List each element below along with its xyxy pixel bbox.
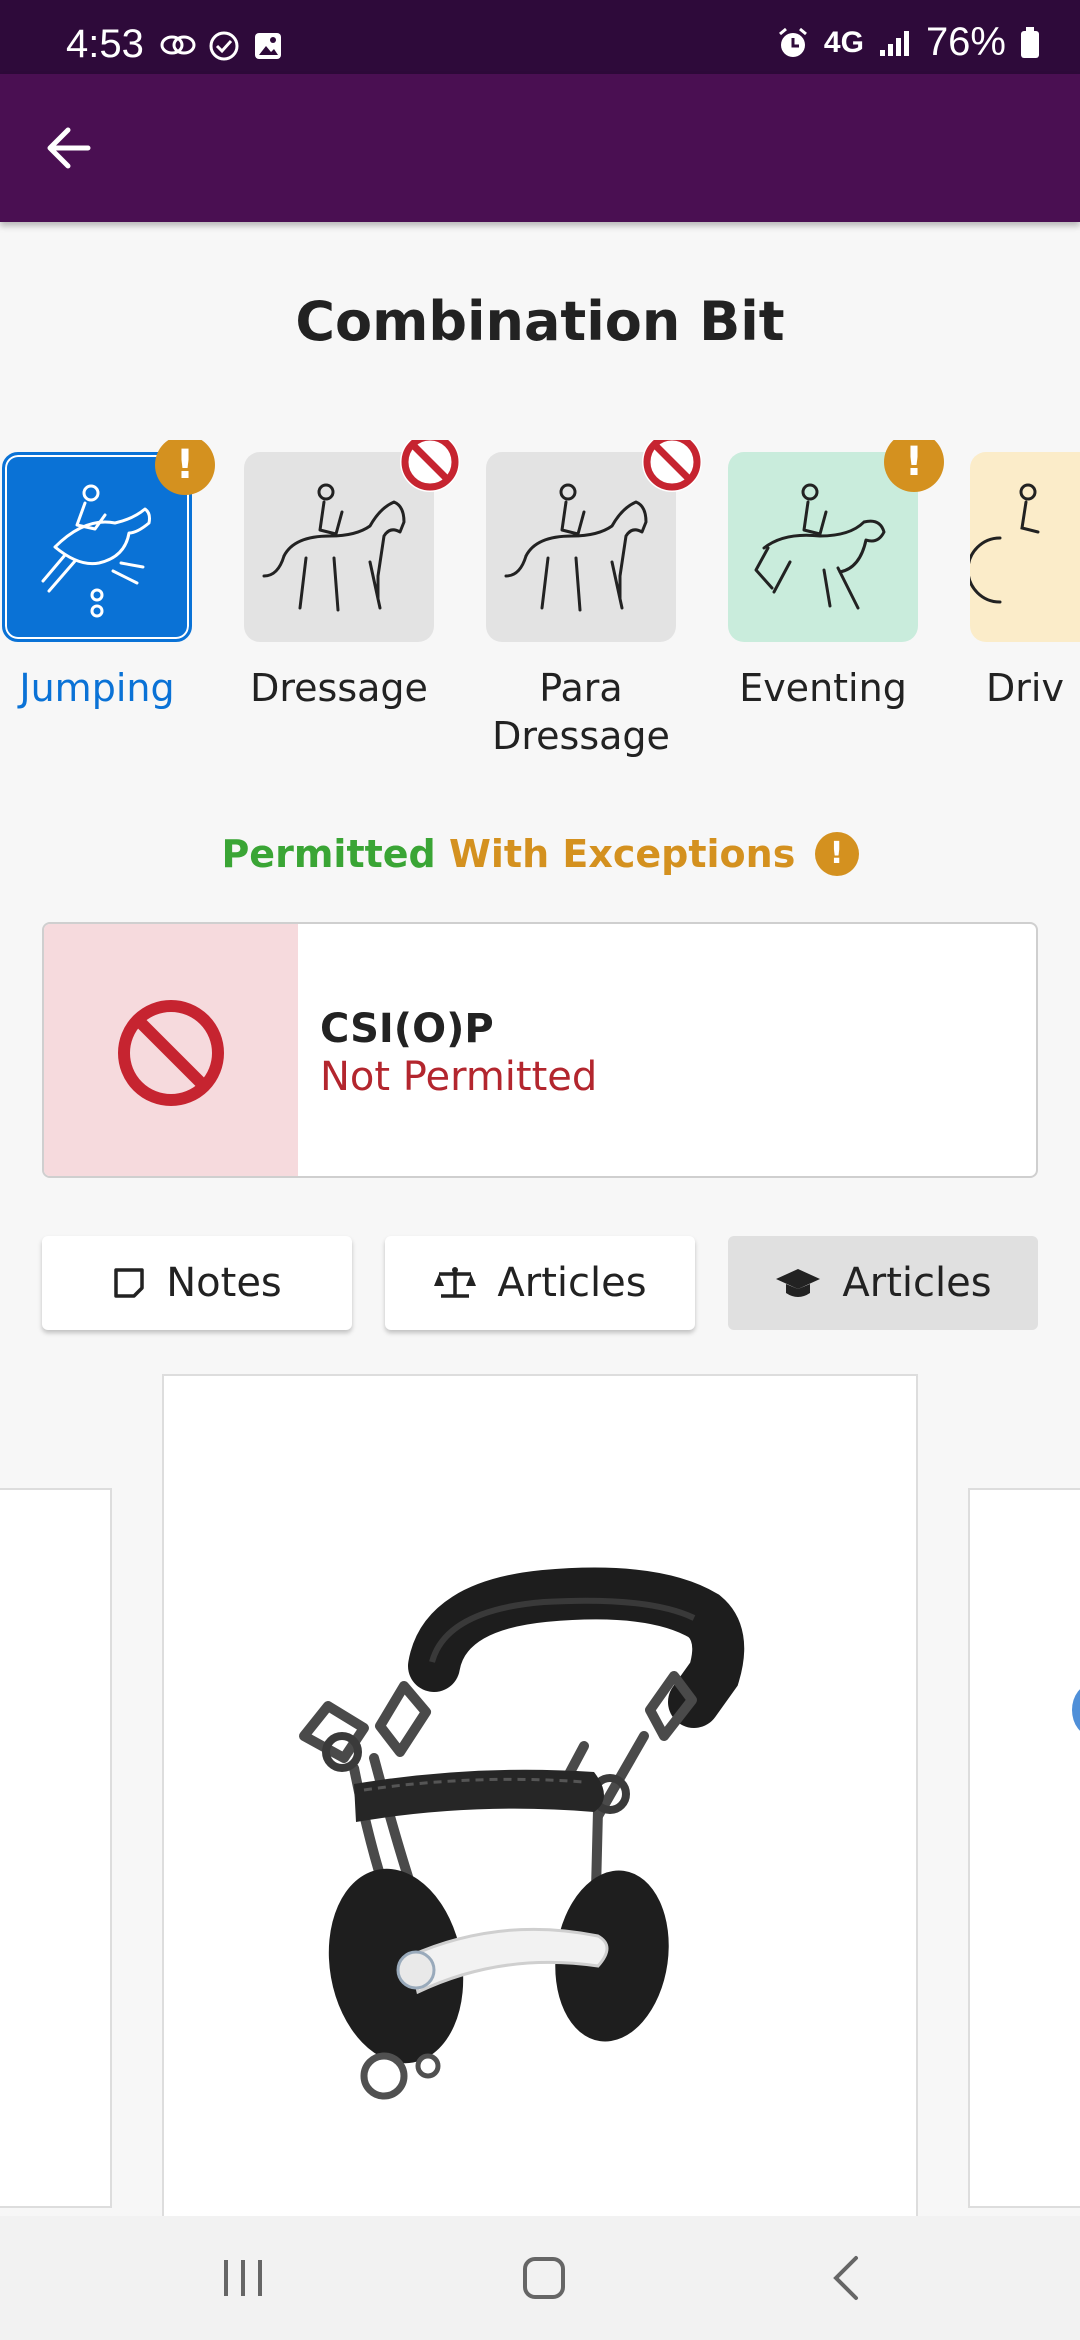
education-articles-button[interactable]: Articles — [728, 1236, 1038, 1330]
warning-badge: ! — [884, 440, 944, 492]
system-nav-bar — [0, 2216, 1080, 2340]
discipline-driving[interactable]: Driv — [950, 440, 1080, 712]
status-time: 4:53 — [66, 22, 144, 66]
carousel-main-card[interactable] — [162, 1374, 918, 2216]
discipline-para-dressage[interactable]: Para Dressage — [466, 440, 702, 760]
arrow-left-icon — [47, 127, 91, 169]
back-button[interactable] — [40, 118, 110, 178]
discipline-eventing[interactable]: ! Eventing — [708, 440, 944, 712]
signal-icon — [879, 30, 909, 56]
discipline-label: Dressage — [250, 666, 428, 710]
network-type: 4G — [823, 25, 864, 59]
rules-articles-label: Articles — [497, 1260, 647, 1306]
check-circle-icon — [209, 31, 239, 61]
driving-horse-icon — [970, 483, 1040, 604]
home-icon[interactable] — [518, 2252, 570, 2304]
combination-bit-photo — [299, 1567, 745, 2100]
prohibited-icon — [643, 440, 701, 491]
discipline-label: Driv — [986, 666, 1064, 710]
link-icon — [160, 35, 196, 55]
notes-button[interactable]: Notes — [42, 1236, 352, 1330]
prohibited-icon — [118, 1000, 224, 1106]
exceptions-info-icon[interactable]: ! — [814, 832, 859, 876]
alarm-icon — [778, 27, 807, 57]
rule-icon-panel — [44, 924, 298, 1176]
discipline-tile: ! — [728, 440, 944, 642]
discipline-label: Eventing — [739, 666, 907, 710]
notes-label: Notes — [166, 1260, 282, 1306]
carousel-next-card[interactable] — [968, 1488, 1080, 2208]
not-permitted-badge — [400, 440, 460, 492]
discipline-label: Para Dressage — [492, 666, 670, 758]
discipline-label: Jumping — [19, 666, 175, 710]
warning-badge: ! — [155, 440, 215, 495]
discipline-tile — [970, 452, 1080, 642]
scale-balance-icon — [434, 1267, 477, 1298]
status-right: 4G 76% — [776, 20, 1040, 65]
recent-apps-icon[interactable] — [218, 2252, 268, 2304]
discipline-tile — [244, 440, 460, 642]
note-icon — [114, 1268, 144, 1298]
rule-status: Not Permitted — [320, 1054, 598, 1100]
exceptions-text: With Exceptions — [448, 832, 796, 876]
permission-status: Permitted With Exceptions ! — [0, 832, 1080, 876]
education-articles-label: Articles — [842, 1260, 992, 1306]
graduation-cap-icon — [776, 1269, 821, 1297]
system-back-icon[interactable] — [826, 2252, 866, 2304]
partial-image-icon — [1072, 1689, 1080, 1731]
not-permitted-badge — [642, 440, 702, 492]
image-carousel[interactable] — [0, 1370, 1080, 2216]
discipline-dressage[interactable]: Dressage — [224, 440, 460, 712]
page-title: Combination Bit — [295, 290, 785, 353]
battery-icon — [1021, 26, 1039, 58]
discipline-jumping[interactable]: ! Jumping — [0, 440, 215, 712]
permitted-text: Permitted — [221, 832, 436, 876]
rule-name: CSI(O)P — [320, 1006, 494, 1052]
battery-percent: 76% — [925, 20, 1006, 64]
prohibited-icon — [401, 440, 459, 491]
notification-icons — [160, 30, 284, 62]
rule-card[interactable]: CSI(O)P Not Permitted — [42, 922, 1038, 1178]
carousel-prev-card[interactable] — [0, 1488, 112, 2208]
image-icon — [255, 33, 281, 59]
status-bar: 4:53 4G 76% — [0, 0, 1080, 74]
rules-articles-button[interactable]: Articles — [385, 1236, 695, 1330]
app-bar — [0, 74, 1080, 222]
discipline-strip: ! Jumping Dressage Para Dressage ! Event… — [0, 440, 1080, 780]
discipline-tile: ! — [2, 440, 215, 642]
discipline-tile — [486, 440, 702, 642]
